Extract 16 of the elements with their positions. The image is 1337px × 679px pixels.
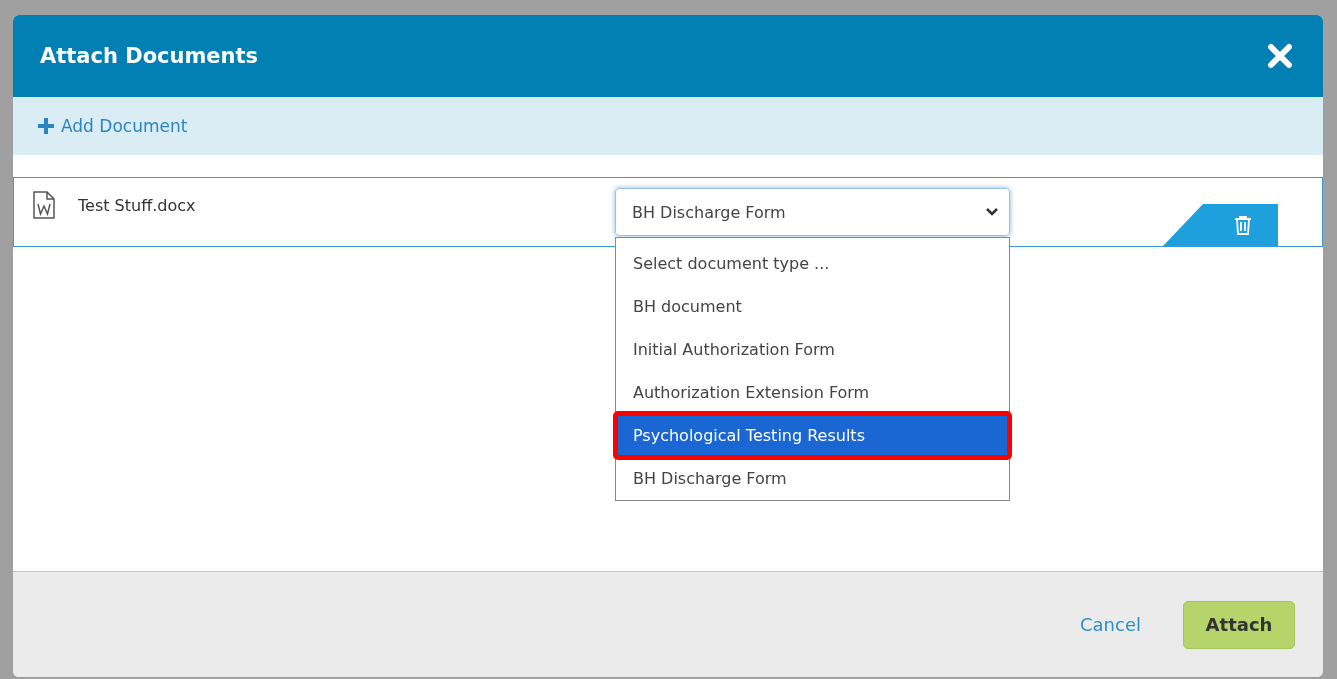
dropdown-option[interactable]: Authorization Extension Form (616, 371, 1009, 414)
document-type-select[interactable]: BH Discharge Form (615, 188, 1010, 236)
dropdown-option[interactable]: Select document type ... (616, 242, 1009, 285)
file-name: Test Stuff.docx (78, 196, 197, 215)
delete-tab[interactable] (1163, 204, 1278, 246)
chevron-down-icon (985, 207, 999, 217)
dropdown-option[interactable]: BH document (616, 285, 1009, 328)
trash-icon (1234, 215, 1252, 235)
dropdown-option[interactable]: Initial Authorization Form (616, 328, 1009, 371)
close-icon[interactable] (1267, 43, 1293, 69)
dropdown-option[interactable]: BH Discharge Form (616, 457, 1009, 500)
attach-button[interactable]: Attach (1183, 600, 1295, 649)
dropdown-option[interactable]: Psychological Testing Results (616, 414, 1009, 457)
word-file-icon (32, 191, 56, 219)
dialog-title: Attach Documents (40, 44, 259, 68)
plus-icon (37, 117, 55, 135)
